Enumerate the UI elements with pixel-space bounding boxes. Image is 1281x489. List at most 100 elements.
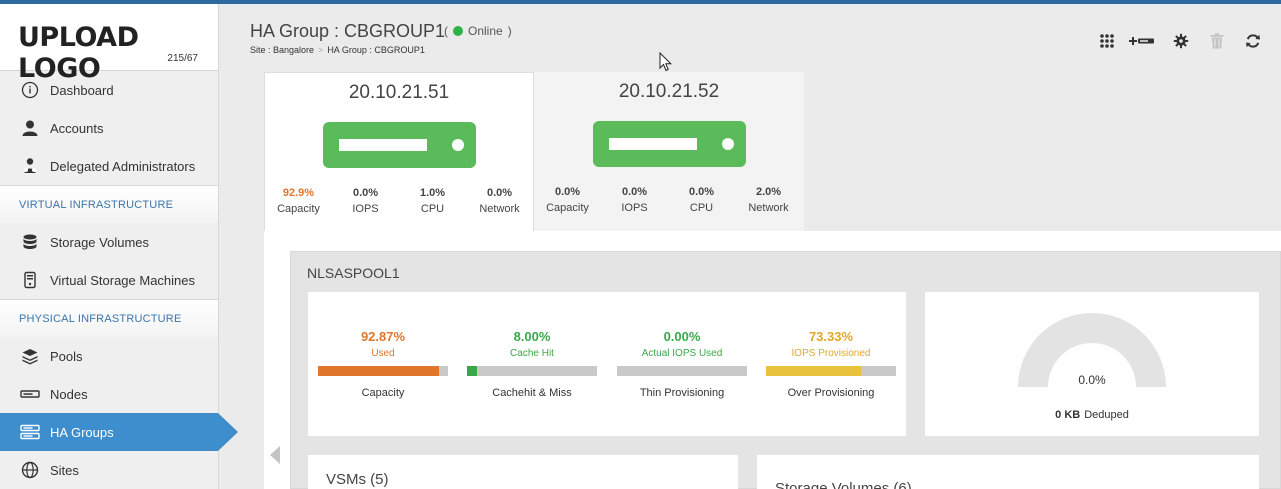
delegated-admin-icon <box>20 156 40 176</box>
capacity-bar-fill <box>318 366 439 376</box>
node-stat-label: Capacity <box>277 203 320 215</box>
sidebar-item-sites[interactable]: Sites <box>0 451 218 489</box>
pool-name: NLSASPOOL1 <box>307 265 400 281</box>
sidebar-item-label: Delegated Administrators <box>50 158 196 174</box>
metric-sublabel: Actual IOPS Used <box>641 348 723 359</box>
over-provisioning-bar-fill <box>766 366 862 376</box>
sidebar-item-delegated-administrators[interactable]: Delegated Administrators <box>0 147 218 185</box>
grid-icon[interactable] <box>1096 30 1118 52</box>
dedupe-percent: 0.0% <box>1078 373 1106 387</box>
vsm-icon <box>20 270 40 290</box>
refresh-icon[interactable] <box>1242 30 1264 52</box>
cache-hit-bar-fill <box>467 366 478 376</box>
node-card-2[interactable]: 20.10.21.52 0.0% Capacity 0.0% IOPS 0.0% CP… <box>534 72 804 232</box>
breadcrumb-site[interactable]: Site : Bangalore <box>250 45 314 55</box>
metric-capacity: 92.87% Used Capacity <box>318 292 448 399</box>
dedupe-caption: 0 KB Deduped <box>925 409 1259 421</box>
node-stat-label: Network <box>748 202 789 214</box>
node-stat-value: 0.0% <box>554 186 581 198</box>
metric-cache-hit: 8.00% Cache Hit Cachehit & Miss <box>467 292 597 399</box>
node-stat-capacity: 92.9% Capacity <box>265 187 332 215</box>
sidebar-item-virtual-storage-machines[interactable]: Virtual Storage Machines <box>0 261 218 299</box>
dedupe-amount: 0 KB <box>1055 409 1081 421</box>
node-stat-cpu: 0.0% CPU <box>668 186 735 214</box>
node-stat-value: 0.0% <box>486 187 513 199</box>
node-stat-label: IOPS <box>352 203 379 215</box>
node-card-1[interactable]: 20.10.21.51 92.9% Capacity 0.0% IOPS 1.0% C… <box>264 72 534 232</box>
database-icon <box>20 232 40 252</box>
node-ip: 20.10.21.51 <box>348 82 450 103</box>
metric-over-provisioning: 73.33% IOPS Provisioned Over Provisionin… <box>766 292 896 399</box>
sidebar-item-label: Storage Volumes <box>50 234 150 250</box>
metric-thin-provisioning: 0.00% Actual IOPS Used Thin Provisioning <box>617 292 747 399</box>
node-stat-label: CPU <box>689 202 714 214</box>
breadcrumb-separator-icon: > <box>318 45 324 55</box>
sidebar-item-pools[interactable]: Pools <box>0 337 218 375</box>
sidebar-item-nodes[interactable]: Nodes <box>0 375 218 413</box>
toolbar <box>1096 30 1264 52</box>
layers-icon <box>20 346 40 366</box>
node-stat-value: 92.9% <box>282 187 315 199</box>
metric-percent: 73.33% <box>808 329 854 344</box>
metric-percent: 0.00% <box>663 329 701 344</box>
sidebar-item-label: Pools <box>50 348 83 364</box>
over-provisioning-bar <box>766 366 896 376</box>
node-stat-label: Capacity <box>546 202 589 214</box>
node-stat-capacity: 0.0% Capacity <box>534 186 601 214</box>
node-stat-network: 0.0% Network <box>466 187 533 215</box>
server-icon <box>322 122 476 168</box>
node-stat-label: IOPS <box>621 202 648 214</box>
globe-icon <box>20 460 40 480</box>
logo-area[interactable]: UPLOAD LOGO 215/67 <box>0 4 218 84</box>
storage-volumes-card: Storage Volumes (6) <box>757 455 1259 489</box>
sidebar-item-accounts[interactable]: Accounts <box>0 109 218 147</box>
metric-percent: 92.87% <box>360 329 406 344</box>
metric-caption: Cachehit & Miss <box>492 387 572 399</box>
vsms-card: VSMs (5) <box>308 455 738 489</box>
metric-percent: 8.00% <box>513 329 551 344</box>
node-stat-value: 1.0% <box>419 187 446 199</box>
online-status-dot-icon <box>453 26 463 36</box>
server-icon <box>592 121 746 167</box>
status-text: Online <box>468 24 503 38</box>
add-node-icon[interactable] <box>1128 30 1156 52</box>
breadcrumb-ha-group: HA Group : CBGROUP1 <box>327 45 425 55</box>
node-icon <box>20 384 40 404</box>
scroll-left-arrow-icon[interactable] <box>270 446 280 464</box>
sidebar-item-label: Sites <box>50 462 79 478</box>
ha-group-icon <box>20 422 40 442</box>
node-stat-iops: 0.0% IOPS <box>601 186 668 214</box>
sidebar-item-ha-groups[interactable]: HA Groups <box>0 413 238 451</box>
vsms-title: VSMs (5) <box>326 471 389 488</box>
node-stat-network: 2.0% Network <box>735 186 802 214</box>
user-icon <box>20 118 40 138</box>
breadcrumb: Site : Bangalore > HA Group : CBGROUP1 <box>250 45 425 55</box>
metric-caption: Capacity <box>361 387 405 399</box>
metric-sublabel: IOPS Provisioned <box>791 348 871 359</box>
sidebar: UPLOAD LOGO 215/67 Dashboard Accounts De… <box>0 4 238 489</box>
node-stats: 0.0% Capacity 0.0% IOPS 0.0% CPU 2.0% Networ… <box>534 186 804 214</box>
cache-hit-bar <box>467 366 597 376</box>
node-stat-value: 0.0% <box>621 186 648 198</box>
info-icon <box>20 80 40 100</box>
sidebar-item-label: Virtual Storage Machines <box>50 272 196 288</box>
sidebar-item-label: HA Groups <box>50 424 114 440</box>
mouse-cursor-icon <box>659 52 673 72</box>
section-physical-infrastructure: PHYSICAL INFRASTRUCTURE <box>0 299 218 337</box>
logo-dimensions: 215/67 <box>167 53 198 64</box>
node-ip: 20.10.21.52 <box>618 81 720 102</box>
node-stat-label: CPU <box>420 203 445 215</box>
metric-sublabel: Used <box>371 348 395 359</box>
node-stat-iops: 0.0% IOPS <box>332 187 399 215</box>
node-stat-value: 2.0% <box>755 186 782 198</box>
gear-icon[interactable] <box>1170 30 1192 52</box>
metric-caption: Thin Provisioning <box>639 387 725 399</box>
sidebar-item-label: Dashboard <box>50 82 114 98</box>
sidebar-item-storage-volumes[interactable]: Storage Volumes <box>0 223 218 261</box>
sidebar-item-label: Nodes <box>50 386 88 402</box>
storage-volumes-title: Storage Volumes (6) <box>775 480 912 489</box>
trash-icon[interactable] <box>1206 30 1228 52</box>
metric-sublabel: Cache Hit <box>510 348 554 359</box>
node-stats: 92.9% Capacity 0.0% IOPS 1.0% CPU 0.0% Netwo… <box>265 187 533 215</box>
sidebar-item-dashboard[interactable]: Dashboard <box>0 71 218 109</box>
